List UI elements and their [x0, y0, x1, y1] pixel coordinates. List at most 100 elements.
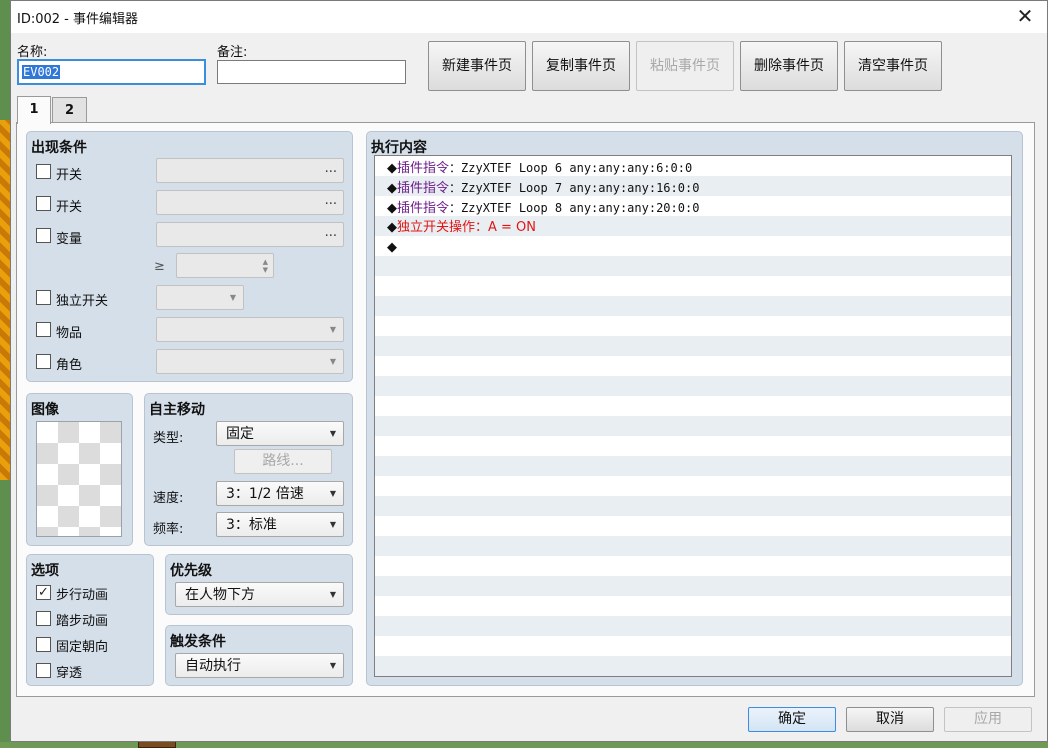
command-type: 插件指令 [397, 181, 450, 196]
trigger-group: 触发条件 自动执行 ▼ [165, 625, 353, 686]
stepping-animation-checkbox[interactable] [36, 611, 51, 626]
note-field[interactable] [217, 60, 406, 84]
direction-fix-checkbox[interactable] [36, 637, 51, 652]
trigger-value: 自动执行 [185, 658, 241, 674]
chevron-down-icon: ▼ [329, 357, 336, 366]
new-page-button[interactable]: 新建事件页 [428, 41, 526, 91]
trigger-title: 触发条件 [170, 634, 226, 650]
clear-page-button[interactable]: 清空事件页 [844, 41, 942, 91]
switch2-label: 开关 [56, 200, 83, 215]
diamond-icon: ◆ [387, 240, 397, 255]
ok-button[interactable]: 确定 [748, 707, 836, 732]
options-group: 选项 ✓ 步行动画 踏步动画 固定朝向 穿透 [26, 554, 154, 686]
paste-page-button[interactable]: 粘贴事件页 [636, 41, 734, 91]
variable-value-stepper[interactable]: ▲ ▼ [176, 253, 274, 278]
diamond-icon: ◆ [387, 220, 397, 235]
diamond-icon: ◆ [387, 201, 397, 216]
direction-fix-label: 固定朝向 [56, 640, 109, 655]
command-list[interactable]: ◆插件指令：ZzyXTEF Loop 6 any:any:any:6:0:0 ◆… [374, 155, 1012, 677]
list-item[interactable]: ◆ [387, 238, 397, 258]
tab-page-2[interactable]: 2 [52, 97, 87, 123]
frequency-value: 3：标准 [226, 517, 277, 533]
conditions-title: 出现条件 [31, 140, 87, 156]
item-checkbox[interactable] [36, 322, 51, 337]
actor-checkbox[interactable] [36, 354, 51, 369]
through-label: 穿透 [56, 666, 83, 681]
chevron-down-icon: ▼ [329, 661, 336, 670]
priority-group: 优先级 在人物下方 ▼ [165, 554, 353, 615]
variable-label: 变量 [56, 232, 83, 247]
self-switch-select[interactable]: ▼ [156, 285, 244, 310]
actor-label: 角色 [56, 358, 83, 373]
list-item[interactable]: ◆插件指令：ZzyXTEF Loop 8 any:any:any:20:0:0 [387, 198, 699, 218]
diamond-icon: ◆ [387, 161, 397, 176]
chevron-down-icon: ▼ [229, 293, 236, 302]
image-title: 图像 [31, 402, 59, 418]
window-title: ID:002 - 事件编辑器 [17, 12, 138, 27]
speed-value: 3：1/2 倍速 [226, 486, 304, 502]
speed-label: 速度: [153, 491, 184, 506]
options-title: 选项 [31, 563, 59, 579]
event-editor-dialog: ID:002 - 事件编辑器 ✕ 名称: EV002 备注: 新建事件页 复制事… [10, 0, 1048, 742]
variable-checkbox[interactable] [36, 228, 51, 243]
trigger-select[interactable]: 自动执行 ▼ [175, 653, 344, 678]
item-label: 物品 [56, 326, 83, 341]
command-text: ：ZzyXTEF Loop 8 any:any:any:20:0:0 [449, 201, 700, 215]
name-value: EV002 [22, 65, 61, 79]
image-group: 图像 [26, 393, 133, 546]
switch2-checkbox[interactable] [36, 196, 51, 211]
move-type-select[interactable]: 固定 ▼ [216, 421, 344, 446]
apply-button[interactable]: 应用 [944, 707, 1032, 732]
item-select[interactable]: ▼ [156, 317, 344, 342]
frequency-select[interactable]: 3：标准 ▼ [216, 512, 344, 537]
diamond-icon: ◆ [387, 181, 397, 196]
command-type: 插件指令 [397, 161, 450, 176]
conditions-group: 出现条件 开关 ... 开关 ... 变量 ... ≥ ▲ ▼ 独立开关 ▼ 物… [26, 131, 353, 382]
list-item[interactable]: ◆插件指令：ZzyXTEF Loop 7 any:any:any:16:0:0 [387, 178, 699, 198]
contents-title: 执行内容 [371, 140, 427, 156]
variable-selector[interactable]: ... [156, 222, 344, 247]
chevron-down-icon: ▼ [329, 489, 336, 498]
tab-page-1[interactable]: 1 [17, 96, 51, 124]
close-icon[interactable]: ✕ [1013, 5, 1037, 29]
command-text: ：ZzyXTEF Loop 7 any:any:any:16:0:0 [449, 181, 700, 195]
command-text: ：ZzyXTEF Loop 6 any:any:any:6:0:0 [449, 161, 693, 175]
move-type-value: 固定 [226, 426, 254, 442]
stepper-down-icon[interactable]: ▼ [263, 258, 268, 282]
priority-select[interactable]: 在人物下方 ▼ [175, 582, 344, 607]
walking-animation-label: 步行动画 [56, 588, 109, 603]
command-type: 插件指令 [397, 201, 450, 216]
character-image-box[interactable] [36, 421, 122, 537]
self-switch-label: 独立开关 [56, 294, 109, 309]
through-checkbox[interactable] [36, 663, 51, 678]
route-button[interactable]: 路线... [234, 449, 332, 474]
autonomous-movement-group: 自主移动 类型: 固定 ▼ 路线... 速度: 3：1/2 倍速 ▼ 频率: 3：标… [144, 393, 353, 546]
name-label: 名称: [17, 45, 48, 60]
switch1-label: 开关 [56, 168, 83, 183]
chevron-down-icon: ▼ [329, 429, 336, 438]
self-switch-checkbox[interactable] [36, 290, 51, 305]
switch1-checkbox[interactable] [36, 164, 51, 179]
command-text: 独立开关操作：A = ON [397, 220, 537, 235]
cancel-button[interactable]: 取消 [846, 707, 934, 732]
priority-title: 优先级 [170, 563, 212, 579]
chevron-down-icon: ▼ [329, 520, 336, 529]
copy-page-button[interactable]: 复制事件页 [532, 41, 630, 91]
list-item[interactable]: ◆插件指令：ZzyXTEF Loop 6 any:any:any:6:0:0 [387, 158, 692, 178]
map-tile-strip [0, 120, 10, 480]
speed-select[interactable]: 3：1/2 倍速 ▼ [216, 481, 344, 506]
switch1-selector[interactable]: ... [156, 158, 344, 183]
chevron-down-icon: ▼ [329, 325, 336, 334]
chevron-down-icon: ▼ [329, 590, 336, 599]
stepping-animation-label: 踏步动画 [56, 614, 109, 629]
note-label: 备注: [217, 45, 248, 60]
switch2-selector[interactable]: ... [156, 190, 344, 215]
actor-select[interactable]: ▼ [156, 349, 344, 374]
name-field[interactable]: EV002 [17, 59, 206, 85]
delete-page-button[interactable]: 删除事件页 [740, 41, 838, 91]
frequency-label: 频率: [153, 522, 184, 537]
move-type-label: 类型: [153, 431, 184, 446]
walking-animation-checkbox[interactable]: ✓ [36, 585, 51, 600]
list-item[interactable]: ◆独立开关操作：A = ON [387, 218, 536, 238]
autonomous-movement-title: 自主移动 [149, 402, 205, 418]
